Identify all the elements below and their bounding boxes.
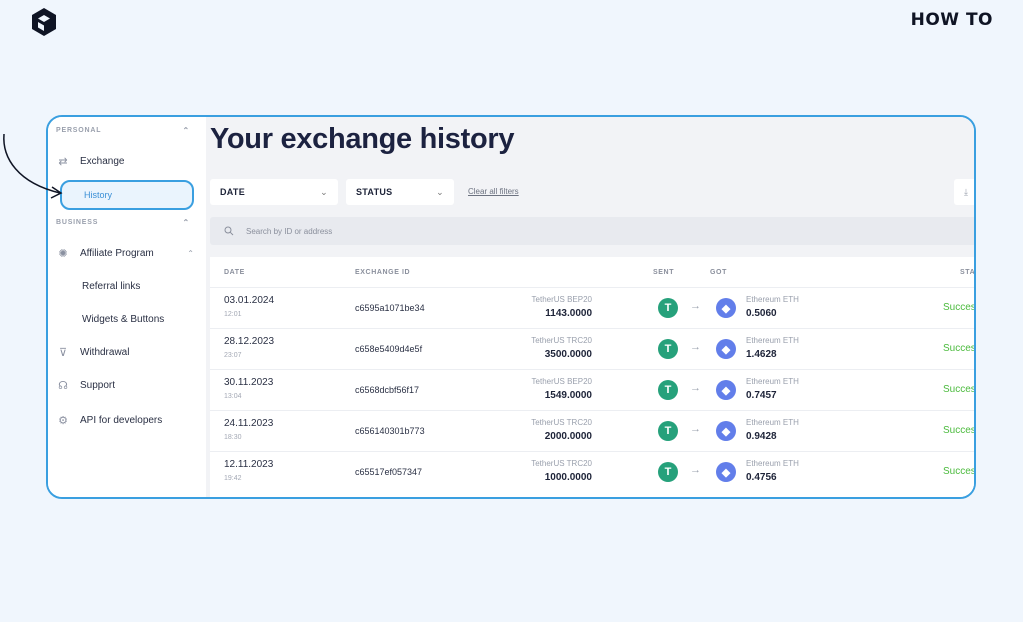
sidebar-heading-business: BUSINESS ⌃ <box>56 218 190 227</box>
row-sent-currency: TetherUS BEP20 <box>531 295 592 304</box>
arrow-right-icon: → <box>690 300 701 312</box>
sidebar-heading-personal: PERSONAL ⌃ <box>56 126 190 135</box>
row-got-amount: 0.5060 <box>746 308 777 319</box>
api-gears-icon: ⚙ <box>58 414 68 427</box>
chevron-down-icon: ⌄ <box>436 186 444 197</box>
row-exchange-id[interactable]: c65517ef057347 <box>355 467 422 477</box>
arrow-right-icon: → <box>690 341 701 353</box>
row-sent-amount: 2000.0000 <box>544 431 592 442</box>
status-filter-dropdown[interactable]: STATUS ⌄ <box>346 179 454 205</box>
row-exchange-id[interactable]: c6568dcbf56f17 <box>355 385 419 395</box>
withdrawal-icon: ⊽ <box>58 346 68 359</box>
status-badge: Success <box>943 384 976 395</box>
row-got-currency: Ethereum ETH <box>746 377 799 386</box>
status-badge: Success <box>943 466 976 477</box>
tether-coin-icon: T <box>658 339 678 359</box>
howto-label: HOW TO <box>910 10 993 30</box>
table-row[interactable]: 28.12.2023 23:07 c658e5409d4e5f TetherUS TR… <box>210 328 976 369</box>
arrow-right-icon: → <box>690 423 701 435</box>
row-got-currency: Ethereum ETH <box>746 459 799 468</box>
row-sent-amount: 3500.0000 <box>544 349 592 360</box>
ethereum-coin-icon: ◆ <box>716 298 736 318</box>
row-exchange-id[interactable]: c658e5409d4e5f <box>355 344 422 354</box>
sidebar-item-affiliate[interactable]: ✺ Affiliate Program ⌃ <box>54 240 194 266</box>
ethereum-coin-icon: ◆ <box>716 380 736 400</box>
row-date: 28.12.2023 <box>224 336 275 347</box>
row-sent-amount: 1143.0000 <box>545 308 592 319</box>
table-row[interactable]: 30.11.2023 13:04 c6568dcbf56f17 TetherUS BE… <box>210 369 976 410</box>
tether-coin-icon: T <box>658 380 678 400</box>
arrow-right-icon: → <box>690 464 701 476</box>
sidebar-item-support[interactable]: ☊ Support <box>54 372 194 398</box>
tether-coin-icon: T <box>658 462 678 482</box>
row-sent-currency: TetherUS TRC20 <box>531 336 592 345</box>
col-header-status: STA <box>960 269 976 276</box>
download-icon: ⤓ <box>964 186 968 197</box>
page-title: Your exchange history <box>210 123 515 155</box>
col-header-got: GOT <box>710 269 727 276</box>
sidebar: PERSONAL ⌃ ⇄ Exchange History BUSINESS ⌃ ✺… <box>48 117 206 497</box>
row-got-currency: Ethereum ETH <box>746 336 799 345</box>
sidebar-item-referral-links[interactable]: Referral links <box>54 273 194 299</box>
affiliate-sparkle-icon: ✺ <box>58 247 68 260</box>
row-got-currency: Ethereum ETH <box>746 295 799 304</box>
ethereum-coin-icon: ◆ <box>716 339 736 359</box>
table-row[interactable]: 03.01.2024 12:01 c6595a1071be34 TetherUS BE… <box>210 287 976 328</box>
main-content: Your exchange history DATE ⌄ STATUS ⌄ Cl… <box>206 117 974 497</box>
arrow-right-icon: → <box>690 382 701 394</box>
collapse-caret-icon[interactable]: ⌃ <box>182 126 190 135</box>
row-got-amount: 0.4756 <box>746 472 777 483</box>
date-filter-dropdown[interactable]: DATE ⌄ <box>210 179 338 205</box>
sidebar-item-withdrawal[interactable]: ⊽ Withdrawal <box>54 339 194 365</box>
chevron-down-icon: ⌄ <box>320 186 328 197</box>
row-sent-amount: 1000.0000 <box>544 472 592 483</box>
row-sent-amount: 1549.0000 <box>544 390 592 401</box>
table-row[interactable]: 24.11.2023 18:30 c656140301b773 TetherUS TR… <box>210 410 976 451</box>
col-header-sent: SENT <box>653 269 675 276</box>
col-header-exchange-id: EXCHANGE ID <box>355 269 411 276</box>
collapse-caret-icon[interactable]: ⌃ <box>182 218 190 227</box>
tether-coin-icon: T <box>658 421 678 441</box>
tether-coin-icon: T <box>658 298 678 318</box>
ethereum-coin-icon: ◆ <box>716 421 736 441</box>
ethereum-coin-icon: ◆ <box>716 462 736 482</box>
row-date: 24.11.2023 <box>224 418 274 429</box>
exchange-history-screenshot-frame: PERSONAL ⌃ ⇄ Exchange History BUSINESS ⌃ ✺… <box>46 115 976 499</box>
brand-logo-icon <box>32 8 56 36</box>
row-time: 18:30 <box>224 434 242 441</box>
row-time: 19:42 <box>224 475 242 482</box>
row-exchange-id[interactable]: c656140301b773 <box>355 426 425 436</box>
clear-filters-link[interactable]: Clear all filters <box>468 187 519 196</box>
headset-icon: ☊ <box>58 379 68 392</box>
row-sent-currency: TetherUS TRC20 <box>531 418 592 427</box>
table-row[interactable]: 12.11.2023 19:42 c65517ef057347 TetherUS TR… <box>210 451 976 492</box>
row-sent-currency: TetherUS BEP20 <box>531 377 592 386</box>
status-badge: Success <box>943 302 976 313</box>
row-got-amount: 1.4628 <box>746 349 777 360</box>
row-got-currency: Ethereum ETH <box>746 418 799 427</box>
sidebar-item-api[interactable]: ⚙ API for developers <box>54 407 194 433</box>
chevron-up-icon: ⌃ <box>187 248 194 258</box>
row-sent-currency: TetherUS TRC20 <box>531 459 592 468</box>
sidebar-item-widgets[interactable]: Widgets & Buttons <box>54 306 194 332</box>
status-badge: Success <box>943 343 976 354</box>
search-icon <box>224 226 234 236</box>
status-badge: Success <box>943 425 976 436</box>
exchange-arrows-icon: ⇄ <box>58 155 68 168</box>
row-exchange-id[interactable]: c6595a1071be34 <box>355 303 425 313</box>
row-date: 03.01.2024 <box>224 295 275 306</box>
row-got-amount: 0.9428 <box>746 431 777 442</box>
search-input[interactable]: Search by ID or address <box>210 217 974 245</box>
row-time: 23:07 <box>224 352 242 359</box>
col-header-date: DATE <box>224 269 245 276</box>
row-got-amount: 0.7457 <box>746 390 777 401</box>
exchange-history-table: DATE EXCHANGE ID SENT GOT STA 03.01.2024… <box>210 257 976 497</box>
row-date: 12.11.2023 <box>224 459 274 470</box>
sidebar-item-exchange[interactable]: ⇄ Exchange <box>54 148 194 174</box>
row-date: 30.11.2023 <box>224 377 274 388</box>
row-time: 13:04 <box>224 393 242 400</box>
sidebar-item-history[interactable]: History <box>60 180 194 210</box>
row-time: 12:01 <box>224 311 242 318</box>
download-button[interactable]: ⤓ <box>954 179 974 205</box>
